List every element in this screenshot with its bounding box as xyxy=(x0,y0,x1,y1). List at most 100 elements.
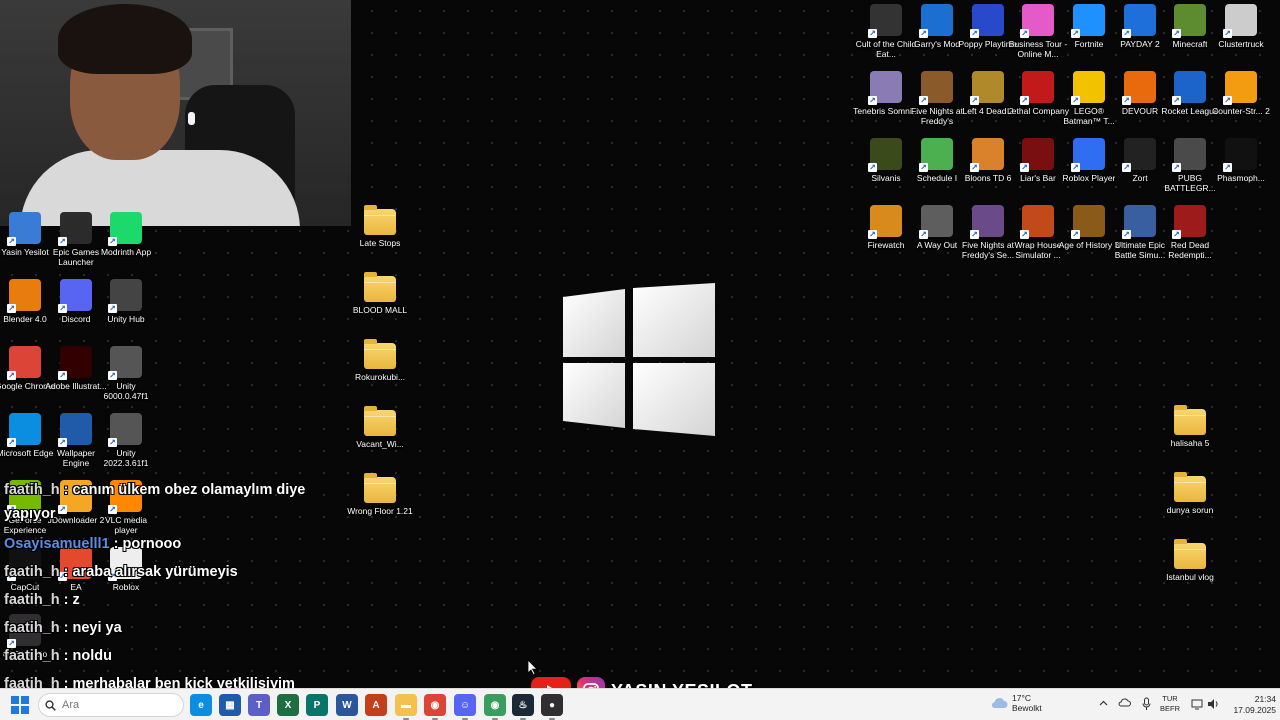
desktop-shortcut[interactable]: ↗ Unity Hub xyxy=(93,279,159,324)
shortcut-arrow-icon: ↗ xyxy=(1223,96,1232,105)
stream-chat-overlay: faatih_h : canım ülkem obez olamaylım di… xyxy=(4,478,334,698)
icon-label: Clustertruck xyxy=(1218,39,1264,49)
desktop-shortcut[interactable]: ↗ Red Dead Redempti... xyxy=(1157,205,1223,260)
chat-username: faatih_h xyxy=(4,620,60,636)
desktop-shortcut[interactable]: ↗ Counter-Str... 2 xyxy=(1208,71,1274,116)
desktop-folder[interactable]: BLOOD MALL xyxy=(347,272,413,315)
windows-logo-wallpaper xyxy=(563,283,715,436)
schedule-icon: ↗ xyxy=(919,138,953,172)
language-indicator[interactable]: TUR BEFR xyxy=(1160,694,1180,714)
shortcut-arrow-icon: ↗ xyxy=(868,29,877,38)
icon-label: Blender 4.0 xyxy=(3,314,47,324)
volume-icon[interactable] xyxy=(1207,698,1219,710)
desktop-shortcut[interactable]: ↗ Modrinth App xyxy=(93,212,159,257)
folder-icon xyxy=(1174,472,1206,502)
desktop-shortcut[interactable]: ↗ Unity 2022.3.61f1 xyxy=(93,413,159,468)
shortcut-arrow-icon: ↗ xyxy=(58,304,67,313)
taskbar-excel-icon[interactable]: X xyxy=(277,694,299,716)
taskbar-access-icon[interactable]: A xyxy=(365,694,387,716)
icon-label: Garry's Mod xyxy=(913,39,961,49)
taskbar-edge-icon[interactable]: e xyxy=(190,694,212,716)
unity-icon: ↗ xyxy=(108,346,142,380)
business-tour-icon: ↗ xyxy=(1020,4,1054,38)
icon-label: Minecraft xyxy=(1172,39,1208,49)
shortcut-arrow-icon: ↗ xyxy=(1172,29,1181,38)
chat-separator: : xyxy=(59,564,73,580)
chat-username: faatih_h xyxy=(4,592,60,608)
folder-icon xyxy=(364,473,396,503)
microphone-icon[interactable] xyxy=(1142,697,1151,711)
desktop-shortcut[interactable]: ↗ Phasmoph... xyxy=(1208,138,1274,183)
cult-icon: ↗ xyxy=(868,4,902,38)
desktop-shortcut[interactable]: ↗ Unity 6000.0.47f1 xyxy=(93,346,159,401)
shortcut-arrow-icon: ↗ xyxy=(1071,29,1080,38)
desktop-folder[interactable]: halisaha 5 xyxy=(1157,405,1223,448)
taskbar: e▦TXPWA▬◉☺◉♨● 17°C Bewolkt TUR BEFR 21:3… xyxy=(0,688,1280,720)
onedrive-cloud-icon[interactable] xyxy=(1118,698,1131,707)
shortcut-arrow-icon: ↗ xyxy=(919,96,928,105)
icon-label: Unity Hub xyxy=(107,314,145,324)
chat-separator: : xyxy=(109,536,123,552)
unity-hub-icon: ↗ xyxy=(108,279,142,313)
search-input[interactable] xyxy=(62,699,172,711)
taskbar-store-icon[interactable]: ▦ xyxy=(219,694,241,716)
streamer-hair xyxy=(58,4,192,74)
taskbar-teams-icon[interactable]: T xyxy=(248,694,270,716)
shortcut-arrow-icon: ↗ xyxy=(1020,96,1029,105)
desktop-folder[interactable]: dunya sorun xyxy=(1157,472,1223,515)
shortcut-arrow-icon: ↗ xyxy=(1020,29,1029,38)
icon-label: Rokurokubi... xyxy=(354,372,406,382)
uebs-icon: ↗ xyxy=(1122,205,1156,239)
age-of-history-icon: ↗ xyxy=(1071,205,1105,239)
tenebris-icon: ↗ xyxy=(868,71,902,105)
icon-label: Schedule I xyxy=(916,173,958,183)
taskbar-search[interactable] xyxy=(38,693,184,717)
rocket-league-icon: ↗ xyxy=(1172,71,1206,105)
taskbar-chrome-icon-2[interactable]: ◉ xyxy=(484,694,506,720)
taskbar-word-icon[interactable]: W xyxy=(336,694,358,716)
shortcut-arrow-icon: ↗ xyxy=(1172,96,1181,105)
icon-label: Discord xyxy=(61,314,91,324)
gmod-icon: ↗ xyxy=(919,4,953,38)
network-icon[interactable] xyxy=(1191,698,1203,710)
shortcut-arrow-icon: ↗ xyxy=(970,163,979,172)
icon-label: Late Stops xyxy=(359,238,401,248)
icon-label: Red Dead Redempti... xyxy=(1168,240,1212,260)
shortcut-arrow-icon: ↗ xyxy=(1071,96,1080,105)
folder-icon xyxy=(364,406,396,436)
icon-label: Unity 6000.0.47f1 xyxy=(103,381,149,401)
shortcut-arrow-icon: ↗ xyxy=(1122,230,1131,239)
desktop-folder[interactable]: Wrong Floor 1.21 xyxy=(347,473,413,516)
taskbar-steam-icon[interactable]: ♨ xyxy=(512,694,534,720)
desktop-folder[interactable]: Rokurokubi... xyxy=(347,339,413,382)
chat-username: faatih_h xyxy=(4,648,60,664)
language-line-2: BEFR xyxy=(1160,704,1181,713)
desktop-shortcut[interactable]: ↗ Clustertruck xyxy=(1208,4,1274,49)
chevron-up-icon[interactable] xyxy=(1099,700,1108,706)
shortcut-arrow-icon: ↗ xyxy=(970,96,979,105)
webcam-overlay xyxy=(0,0,351,226)
weather-widget[interactable]: 17°C Bewolkt xyxy=(990,693,1042,713)
shortcut-arrow-icon: ↗ xyxy=(868,230,877,239)
devour-icon: ↗ xyxy=(1122,71,1156,105)
taskbar-file-explorer-icon[interactable]: ▬ xyxy=(395,694,417,720)
icon-label: Unity 2022.3.61f1 xyxy=(103,448,149,468)
desktop-folder[interactable]: Late Stops xyxy=(347,205,413,248)
cs2-icon: ↗ xyxy=(1223,71,1257,105)
shortcut-arrow-icon: ↗ xyxy=(7,371,16,380)
cloud-icon xyxy=(991,698,1008,708)
shortcut-arrow-icon: ↗ xyxy=(868,163,877,172)
chat-separator: : xyxy=(59,620,73,636)
taskbar-chrome-icon[interactable]: ◉ xyxy=(424,694,446,720)
mouse-cursor-icon xyxy=(528,660,538,676)
start-button[interactable] xyxy=(11,696,29,714)
desktop-folder[interactable]: Istanbul vlog xyxy=(1157,539,1223,582)
shortcut-arrow-icon: ↗ xyxy=(108,438,117,447)
system-clock[interactable]: 21:34 17.09.2025 xyxy=(1222,694,1276,716)
desktop-folder[interactable]: Vacant_Wi... xyxy=(347,406,413,449)
taskbar-obs-icon[interactable]: ● xyxy=(541,694,563,720)
icon-label: Zort xyxy=(1132,173,1148,183)
icon-label: Silvanis xyxy=(871,173,901,183)
taskbar-publisher-icon[interactable]: P xyxy=(306,694,328,716)
taskbar-discord-icon[interactable]: ☺ xyxy=(454,694,476,720)
